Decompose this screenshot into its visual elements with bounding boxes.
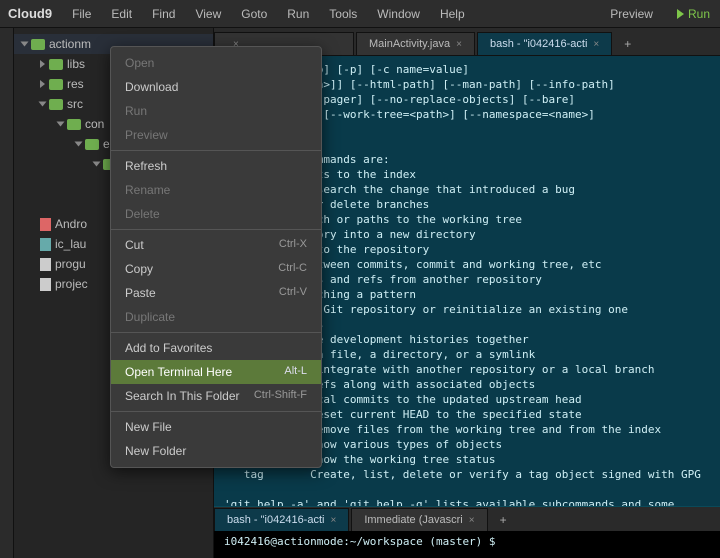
tab[interactable]: MainActivity.java × (356, 32, 475, 55)
ctx-label: Duplicate (125, 310, 175, 324)
tree-label: actionm (49, 37, 91, 51)
context-menu: Open Download Run Preview Refresh Rename Delet… (110, 46, 322, 468)
tab-label: Immediate (Javascri (364, 514, 462, 526)
ctx-label: Preview (125, 128, 168, 142)
file-icon (40, 258, 51, 271)
left-gutter (0, 28, 14, 558)
tree-label: projec (55, 277, 88, 291)
context-menu-item[interactable]: Refresh (111, 154, 321, 178)
tree-label: res (67, 77, 84, 91)
tab-label: bash - "i042416-acti (227, 514, 324, 526)
context-menu-item: Open (111, 51, 321, 75)
context-menu-item[interactable]: Copy Ctrl-C (111, 257, 321, 281)
ctx-label: New File (125, 420, 172, 434)
menu-file[interactable]: File (64, 3, 99, 25)
menu-run[interactable]: Run (279, 3, 317, 25)
context-menu-item[interactable]: Paste Ctrl-V (111, 281, 321, 305)
menu-find[interactable]: Find (144, 3, 183, 25)
ctx-label: Delete (125, 207, 160, 221)
close-icon[interactable]: × (469, 515, 475, 526)
file-icon (40, 238, 51, 251)
context-menu-item: Run (111, 99, 321, 123)
menu-tools[interactable]: Tools (321, 3, 365, 25)
play-icon (677, 9, 684, 19)
context-menu-item[interactable]: Search In This Folder Ctrl-Shift-F (111, 384, 321, 408)
caret-icon (21, 42, 29, 47)
caret-icon (39, 102, 47, 107)
run-button[interactable]: Run (667, 5, 720, 23)
bottom-tabstrip: bash - "i042416-acti×Immediate (Javascri… (214, 507, 720, 531)
caret-icon (40, 60, 45, 68)
file-icon (40, 278, 51, 291)
file-icon (40, 218, 51, 231)
ctx-label: Download (125, 80, 178, 94)
preview-button[interactable]: Preview (600, 3, 663, 25)
context-menu-item[interactable]: Add to Favorites (111, 336, 321, 360)
tab-label: bash - "i042416-acti (490, 38, 587, 50)
ctx-label: Add to Favorites (125, 341, 212, 355)
tree-label: con (85, 117, 104, 131)
ctx-label: Open (125, 56, 154, 70)
close-icon[interactable]: × (330, 515, 336, 526)
bottom-tab[interactable]: Immediate (Javascri × (351, 508, 487, 531)
brand: Cloud9 (8, 6, 52, 21)
ctx-shortcut: Ctrl-V (279, 286, 307, 300)
bottom-terminal[interactable]: i042416@actionmode:~/workspace (master) … (214, 531, 720, 558)
folder-icon (67, 119, 81, 130)
tree-label: ic_lau (55, 237, 86, 251)
tab-label: MainActivity.java (369, 38, 450, 50)
context-menu-item[interactable]: Download (111, 75, 321, 99)
tree-label: libs (67, 57, 85, 71)
folder-icon (85, 139, 99, 150)
close-icon[interactable]: × (456, 39, 462, 50)
ctx-label: Paste (125, 286, 156, 300)
context-menu-item: Delete (111, 202, 321, 226)
ctx-label: Open Terminal Here (125, 365, 232, 379)
context-menu-item: Preview (111, 123, 321, 147)
caret-icon (93, 162, 101, 167)
tree-label: src (67, 97, 83, 111)
menu-window[interactable]: Window (369, 3, 428, 25)
ctx-label: Copy (125, 262, 153, 276)
tree-label: e (103, 137, 110, 151)
context-menu-item[interactable]: Cut Ctrl-X (111, 233, 321, 257)
ctx-label: Refresh (125, 159, 167, 173)
tab-add-button[interactable]: + (490, 509, 517, 531)
tree-label: progu (55, 257, 86, 271)
menu-view[interactable]: View (187, 3, 229, 25)
ctx-shortcut: Alt-L (284, 365, 307, 379)
folder-icon (31, 39, 45, 50)
tree-label: Andro (55, 217, 87, 231)
folder-icon (49, 79, 63, 90)
ctx-label: Run (125, 104, 147, 118)
context-menu-item[interactable]: New File (111, 415, 321, 439)
context-menu-item: Rename (111, 178, 321, 202)
ctx-label: Cut (125, 238, 144, 252)
run-label: Run (688, 7, 710, 21)
ctx-label: Search In This Folder (125, 389, 240, 403)
context-menu-item: Duplicate (111, 305, 321, 329)
tab-add-button[interactable]: + (614, 33, 641, 55)
menubar: Cloud9 File Edit Find View Goto Run Tool… (0, 0, 720, 28)
tab[interactable]: bash - "i042416-acti × (477, 32, 612, 55)
context-menu-item[interactable]: Open Terminal Here Alt-L (111, 360, 321, 384)
folder-icon (49, 59, 63, 70)
bottom-tab[interactable]: bash - "i042416-acti × (214, 508, 349, 531)
caret-icon (75, 142, 83, 147)
bottom-panel: bash - "i042416-acti×Immediate (Javascri… (214, 506, 720, 558)
menu-goto[interactable]: Goto (233, 3, 275, 25)
ctx-shortcut: Ctrl-X (279, 238, 307, 252)
ctx-label: Rename (125, 183, 170, 197)
caret-icon (57, 122, 65, 127)
context-menu-item[interactable]: New Folder (111, 439, 321, 463)
ctx-shortcut: Ctrl-Shift-F (254, 389, 307, 403)
caret-icon (40, 80, 45, 88)
menu-help[interactable]: Help (432, 3, 473, 25)
menu-edit[interactable]: Edit (103, 3, 140, 25)
ctx-label: New Folder (125, 444, 186, 458)
folder-icon (49, 99, 63, 110)
close-icon[interactable]: × (593, 39, 599, 50)
ctx-shortcut: Ctrl-C (278, 262, 307, 276)
